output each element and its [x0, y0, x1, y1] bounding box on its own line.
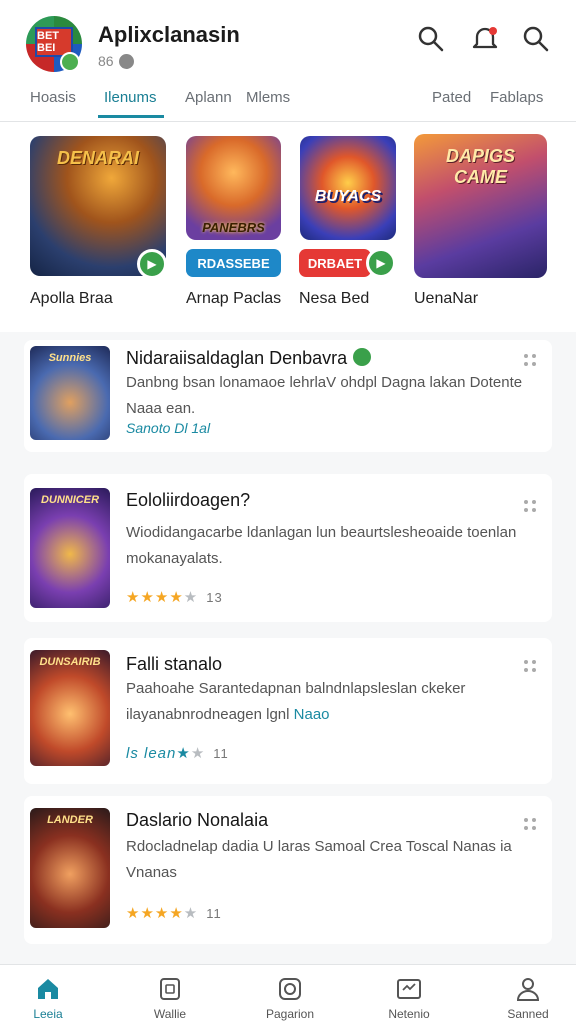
notification-icon[interactable] [470, 24, 500, 54]
tab-ilenums[interactable]: Ilenums [104, 89, 157, 106]
app-title: Aplixclanasin [98, 22, 240, 47]
featured-card-2-art-text: PANEBRS [202, 220, 265, 235]
drag-handle-icon[interactable] [522, 352, 538, 368]
featured-card-1-art-text: DENARAI [56, 148, 139, 168]
logo-badge-icon [60, 52, 80, 72]
home-icon [38, 979, 58, 999]
network-icon [397, 979, 421, 999]
list-item-title: Falli stanalo [126, 654, 223, 674]
list-item[interactable]: LANDER Daslario Nonalaia Rdocladnelap da… [24, 796, 552, 944]
tab-fablaps[interactable]: Fablaps [490, 89, 543, 106]
bottom-navigation: Leeia Wallie Pagarion Netenio Sanned [0, 964, 576, 1024]
list-item-thumbnail: DUNNICER [30, 488, 110, 608]
tab-hoasis[interactable]: Hoasis [30, 89, 76, 106]
drag-handle-icon[interactable] [522, 816, 538, 832]
list-item-title: Nidaraiisaldaglan Denbavra [126, 348, 372, 369]
featured-card-1-label: Apolla Braa [30, 290, 113, 307]
star-icon: ★★★★ [126, 905, 184, 922]
star-rating: ★★★★★ 11 [126, 904, 222, 922]
star-empty-icon: ★ [183, 905, 199, 922]
list-item-title: Eololiirdoagen? [126, 490, 251, 510]
rating-count: 13 [206, 590, 223, 605]
search-icon-secondary[interactable] [521, 24, 551, 54]
star-rating: ★★★★★ 13 [126, 588, 223, 606]
star-empty-icon: ★ [183, 589, 199, 606]
featured-card-3-label: Nesa Bed [299, 290, 370, 307]
list-item-desc-link[interactable]: Naao [294, 706, 330, 723]
list-item-meta[interactable]: Sanoto Dl 1al [126, 420, 210, 436]
thumbnail-art-text: DUNSAIRIB [39, 656, 101, 668]
nav-item-network[interactable]: Netenio [369, 975, 449, 1021]
info-icon [119, 54, 134, 69]
star-icon: ★★★★ [126, 589, 184, 606]
nav-item-profile[interactable]: Sanned [488, 975, 568, 1021]
search-icon[interactable] [416, 24, 446, 54]
play-icon-2[interactable]: ▶ [366, 248, 396, 278]
featured-card-3-button[interactable]: DRBAET [299, 249, 371, 277]
active-tab-indicator [98, 115, 164, 118]
thumbnail-art-text: DUNNICER [40, 494, 100, 506]
star-rating: ls lean★★ 11 [126, 744, 229, 762]
app-header: BET BEI Aplixclanasin 86 [0, 0, 576, 84]
list-item[interactable]: Sunnies Nidaraiisaldaglan Denbavra Danbn… [24, 340, 552, 452]
thumbnail-art-text: LANDER [47, 814, 93, 826]
featured-card-4-label: UenaNar [414, 290, 479, 307]
list-item[interactable]: DUNSAIRIB Falli stanalo Paahoahe Sarante… [24, 638, 552, 784]
nav-label-home: Leeia [33, 1007, 63, 1021]
nav-label-wallet: Wallie [153, 1007, 187, 1021]
app-logo[interactable]: BET BEI [26, 16, 82, 72]
nav-label-profile: Sanned [507, 1007, 549, 1021]
nav-item-camera[interactable]: Pagarion [250, 975, 330, 1021]
list-item-description: Paahoahe Sarantedapnan balndnlapsleslan … [126, 676, 526, 728]
list-item[interactable]: DUNNICER Eololiirdoagen? Wiodidangacarbe… [24, 474, 552, 622]
featured-card-4-art-text: DAPIGS CAME [445, 146, 515, 187]
list-item-thumbnail: Sunnies [30, 346, 110, 440]
featured-card-3[interactable]: BUYACS [300, 136, 396, 240]
tab-mlems[interactable]: Mlems [246, 89, 290, 106]
featured-card-4[interactable]: DAPIGS CAME [414, 134, 547, 278]
wallet-icon [160, 978, 180, 1000]
drag-handle-icon[interactable] [522, 498, 538, 514]
rating-count: 11 [213, 746, 229, 761]
list-item-description: Wiodidangacarbe ldanlagan lun beaurtsles… [126, 524, 517, 567]
nav-label-network: Netenio [388, 1007, 430, 1021]
featured-card-2-label: Arnap Paclas [186, 290, 282, 307]
drag-handle-icon[interactable] [522, 658, 538, 674]
app-subtitle: 86 [98, 53, 114, 69]
featured-card-3-art-text: BUYACS [314, 188, 382, 205]
list-item-thumbnail: DUNSAIRIB [30, 650, 110, 766]
tab-pated[interactable]: Pated [432, 89, 471, 106]
camera-icon [279, 978, 301, 1000]
nav-item-home[interactable]: Leeia [8, 975, 88, 1021]
list-item-title-text: Nidaraiisaldaglan Denbavra [126, 348, 348, 368]
featured-card-2-button[interactable]: RDASSEBE [186, 249, 281, 277]
list-item-description: Rdocladnelap dadia U laras Samoal Crea T… [126, 838, 512, 881]
star-empty-icon: ★ [190, 745, 206, 762]
thumbnail-art-text: Sunnies [48, 352, 92, 364]
list-item-description: Danbng bsan lonamaoe lehrlaV ohdpl Dagna… [126, 374, 523, 417]
featured-card-2[interactable]: PANEBRS [186, 136, 281, 240]
nav-item-wallet[interactable]: Wallie [130, 975, 210, 1021]
list-item-thumbnail: LANDER [30, 808, 110, 928]
rating-count: 11 [206, 906, 222, 921]
verified-icon [353, 348, 372, 366]
profile-icon [516, 978, 540, 1001]
list-item-meta: ls lean [126, 745, 177, 762]
nav-label-camera: Pagarion [265, 1007, 315, 1021]
tab-bar: Hoasis Ilenums Aplann Mlems Pated Fablap… [0, 84, 576, 122]
star-icon: ★ [176, 745, 191, 762]
tab-aplann[interactable]: Aplann [185, 89, 232, 106]
list-item-title: Daslario Nonalaia [126, 810, 269, 830]
play-icon[interactable]: ▶ [137, 249, 167, 279]
